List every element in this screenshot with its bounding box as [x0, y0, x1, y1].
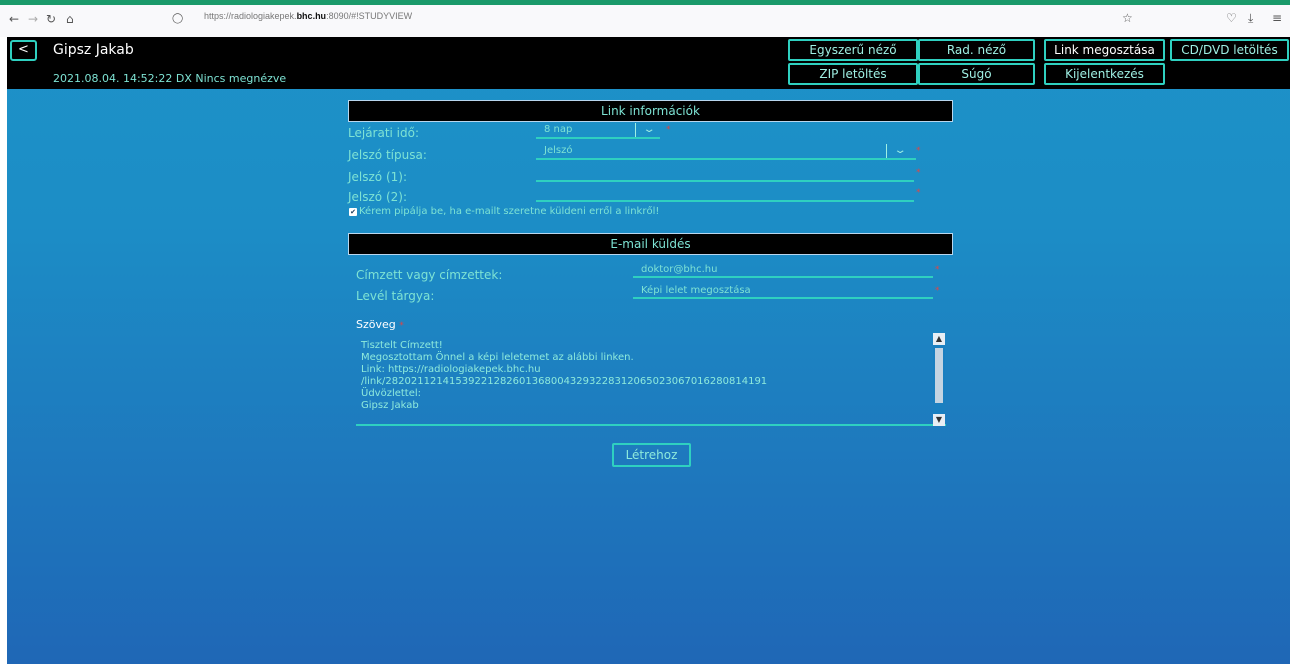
body-line: Link: https://radiologiakepek.bhc.hu	[361, 364, 541, 375]
reload-icon[interactable]: ↻	[46, 12, 56, 26]
shield-icon: ◯	[172, 13, 184, 24]
body-line: Megosztottam Önnel a képi leletemet az a…	[361, 352, 634, 363]
password1-field[interactable]	[536, 166, 914, 182]
forward-arrow-icon[interactable]: →	[28, 12, 38, 26]
message-textarea[interactable]: Tisztelt Címzett! Megosztottam Önnel a k…	[356, 332, 946, 426]
zip-download-button[interactable]: ZIP letöltés	[788, 63, 918, 85]
scroll-up-icon[interactable]: ▲	[933, 333, 945, 345]
password-type-select[interactable]: Jelszó	[536, 144, 916, 160]
cd-dvd-download-button[interactable]: CD/DVD letöltés	[1170, 39, 1289, 61]
link-info-header: Link információk	[348, 100, 953, 122]
body-line: Tisztelt Címzett!	[361, 340, 443, 351]
help-button[interactable]: Súgó	[918, 63, 1035, 85]
required-mark: *	[935, 265, 940, 275]
chevron-down-icon[interactable]: ⌄	[893, 145, 906, 156]
textarea-scrollbar[interactable]: ▲ ▼	[933, 333, 945, 426]
body-label: Szöveg *	[356, 318, 404, 331]
password1-label: Jelszó (1):	[348, 170, 408, 184]
required-mark: *	[666, 125, 671, 135]
patient-name: Gipsz Jakab	[53, 42, 134, 58]
body-line: /link/2820211214153922128260136800432932…	[361, 376, 768, 387]
password2-field[interactable]	[536, 186, 914, 202]
menu-icon[interactable]: ≡	[1272, 11, 1282, 25]
home-icon[interactable]: ⌂	[66, 12, 74, 26]
url-suffix: :8090/#!STUDYVIEW	[326, 11, 413, 21]
url-domain: bhc.hu	[296, 11, 327, 21]
back-arrow-icon[interactable]: ←	[9, 12, 19, 26]
required-mark: *	[916, 168, 921, 178]
expiry-label: Lejárati idő:	[348, 126, 420, 140]
chevron-down-icon[interactable]: ⌄	[642, 124, 655, 135]
pocket-icon[interactable]: ♡	[1226, 11, 1237, 25]
link-share-button[interactable]: Link megosztása	[1044, 39, 1165, 61]
scroll-down-icon[interactable]: ▼	[933, 414, 945, 426]
download-icon[interactable]: ⤓	[1248, 11, 1253, 26]
app-viewport: < Gipsz Jakab 2021.08.04. 14:52:22 DX Ni…	[7, 37, 1290, 664]
recipient-value: doktor@bhc.hu	[641, 264, 718, 275]
password-type-label: Jelszó típusa:	[348, 148, 427, 162]
study-header: < Gipsz Jakab 2021.08.04. 14:52:22 DX Ni…	[7, 37, 1290, 89]
subject-field[interactable]: Képi lelet megosztása	[633, 284, 933, 299]
bookmark-star-icon[interactable]: ☆	[1122, 11, 1133, 25]
back-button[interactable]: <	[10, 40, 37, 61]
body-line: Üdvözlettel:	[361, 388, 422, 399]
email-checkbox[interactable]: ✔	[349, 208, 357, 216]
required-mark: *	[399, 321, 404, 331]
required-mark: *	[916, 146, 921, 156]
recipient-field[interactable]: doktor@bhc.hu	[633, 263, 933, 278]
subject-label: Levél tárgya:	[356, 289, 435, 303]
study-info: 2021.08.04. 14:52:22 DX Nincs megnézve	[53, 72, 287, 85]
url-prefix: https://radiologiakepek.	[204, 11, 297, 21]
url-bar[interactable]: https://radiologiakepek.bhc.hu:8090/#!ST…	[204, 11, 412, 21]
body-line: Gipsz Jakab	[361, 400, 419, 411]
browser-toolbar: ← → ↻ ⌂ ◯ https://radiologiakepek.bhc.hu…	[0, 0, 1290, 37]
required-mark: *	[935, 286, 940, 296]
expiry-select[interactable]: 8 nap	[536, 123, 660, 139]
required-mark: *	[916, 188, 921, 198]
simple-viewer-button[interactable]: Egyszerű néző	[788, 39, 918, 61]
email-checkbox-label: Kérem pipálja be, ha e-mailt szeretne kü…	[359, 206, 660, 217]
password2-label: Jelszó (2):	[348, 190, 408, 204]
expiry-value: 8 nap	[544, 124, 573, 135]
scroll-thumb[interactable]	[935, 348, 943, 403]
rad-viewer-button[interactable]: Rad. néző	[918, 39, 1035, 61]
recipient-label: Címzett vagy címzettek:	[356, 268, 503, 282]
body-label-text: Szöveg	[356, 318, 396, 331]
password-type-divider	[886, 144, 887, 158]
create-button[interactable]: Létrehoz	[612, 443, 691, 467]
subject-value: Képi lelet megosztása	[641, 285, 751, 296]
password-type-value: Jelszó	[544, 145, 573, 156]
logout-button[interactable]: Kijelentkezés	[1044, 63, 1165, 85]
email-header: E-mail küldés	[348, 233, 953, 255]
expiry-divider	[635, 123, 636, 137]
